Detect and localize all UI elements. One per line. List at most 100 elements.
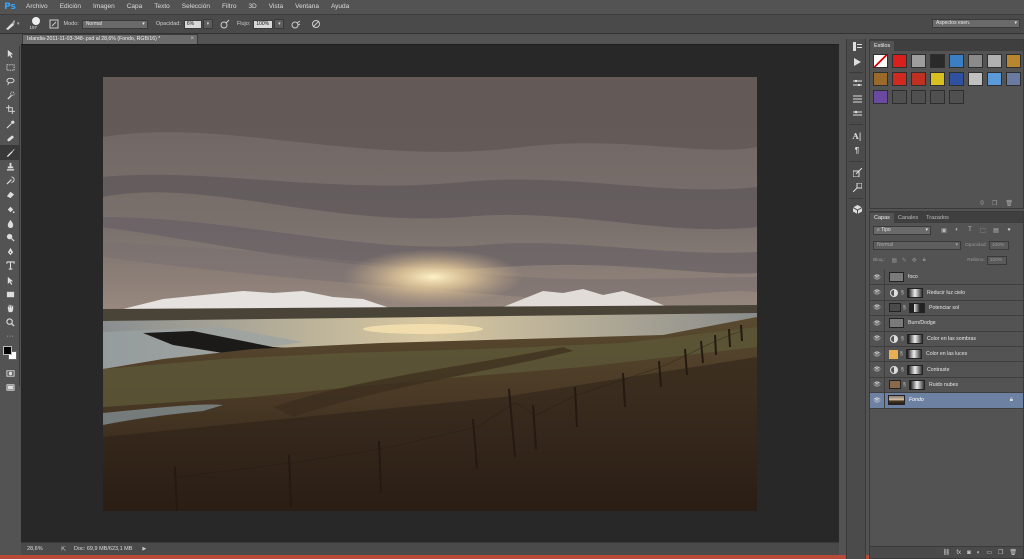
layer-name[interactable]: Burn/Dodge (908, 320, 936, 326)
delete-style-icon[interactable]: 🗑︎ (1005, 200, 1013, 207)
menu-ventana[interactable]: Ventana (289, 0, 325, 14)
visibility-eye-icon[interactable]: 👁︎ (870, 289, 884, 296)
3d-icon[interactable] (847, 202, 867, 217)
visibility-eye-icon[interactable]: 👁︎ (870, 381, 884, 388)
new-style-icon[interactable]: ❐ (992, 200, 997, 207)
style-swatch[interactable] (987, 72, 1002, 86)
brush-panel-toggle-icon[interactable] (48, 18, 60, 30)
status-menu-arrow[interactable]: ▶ (142, 546, 146, 552)
history-icon[interactable] (847, 39, 867, 54)
opacity-input[interactable]: 6% (183, 19, 202, 29)
filter-shape-icon[interactable]: ⬚ (978, 227, 988, 234)
character-icon[interactable]: A| (847, 128, 867, 143)
layer-mask-thumbnail[interactable] (907, 287, 923, 298)
new-layer-icon[interactable]: ❐ (998, 549, 1003, 556)
add-mask-icon[interactable]: ◙ (967, 550, 971, 556)
style-swatch[interactable] (892, 72, 907, 86)
opacity-dropdown-button[interactable]: ▾ (202, 19, 213, 29)
brush-size-picker[interactable]: 197 (28, 17, 44, 31)
style-swatch[interactable] (987, 54, 1002, 68)
link-layers-icon[interactable]: ⛓︎ (943, 549, 951, 556)
layer-mask-thumbnail[interactable] (907, 333, 923, 344)
filter-smart-object-icon[interactable]: ▤ (991, 227, 1001, 234)
quick-selection-tool-icon[interactable] (0, 89, 20, 103)
pen-tool-icon[interactable] (0, 245, 20, 259)
style-swatch[interactable] (873, 90, 888, 104)
layer-row[interactable]: 👁︎ § Contraste (870, 362, 1023, 378)
delete-layer-icon[interactable]: 🗑︎ (1009, 549, 1017, 556)
menu-3d[interactable]: 3D (242, 0, 262, 14)
style-swatch[interactable] (873, 72, 888, 86)
workspace-select[interactable]: Aspectos esen. (932, 19, 1020, 28)
paint-bucket-tool-icon[interactable] (0, 202, 20, 216)
screen-mode-icon[interactable] (0, 380, 20, 394)
style-swatch[interactable] (949, 54, 964, 68)
menu-edicion[interactable]: Edición (54, 0, 87, 14)
mask-link-icon[interactable]: § (903, 382, 907, 388)
style-swatch[interactable] (1006, 72, 1021, 86)
pressure-size-icon[interactable] (310, 18, 322, 30)
layer-row[interactable]: 👁︎ § Reducir luz cielo (870, 285, 1023, 301)
layer-row[interactable]: 👁︎ § Color en las luces (870, 346, 1023, 363)
layer-name[interactable]: Fondo (909, 397, 924, 403)
filter-pixel-icon[interactable]: ▣ (939, 227, 949, 234)
rectangle-tool-icon[interactable] (0, 287, 20, 301)
move-tool-icon[interactable] (0, 46, 20, 60)
mask-link-icon[interactable]: § (901, 336, 905, 342)
tool-presets-icon[interactable] (847, 165, 867, 180)
healing-brush-tool-icon[interactable] (0, 131, 20, 145)
layer-mask-thumbnail[interactable] (906, 349, 922, 360)
style-swatch[interactable] (892, 90, 907, 104)
filter-kind-select[interactable]: ⌕ Tipo (873, 226, 931, 235)
path-selection-tool-icon[interactable] (0, 273, 20, 287)
menu-seleccion[interactable]: Selección (176, 0, 216, 14)
preset-dropdown-arrow[interactable]: ▾ (17, 21, 20, 27)
zoom-level[interactable]: 28,6% (21, 546, 61, 552)
airbrush-icon[interactable] (290, 18, 302, 30)
layer-name[interactable]: Color en las luces (926, 351, 967, 357)
style-swatch[interactable] (949, 90, 964, 104)
visibility-eye-icon[interactable]: 👁︎ (870, 366, 884, 373)
filter-toggle-icon[interactable]: ● (1004, 227, 1014, 234)
hand-tool-icon[interactable] (0, 301, 20, 315)
style-swatch[interactable] (930, 72, 945, 86)
more-tools-icon[interactable]: ··· (0, 330, 20, 344)
mask-link-icon[interactable]: § (900, 351, 904, 357)
lock-pixels-icon[interactable]: ✎ (899, 257, 909, 264)
tab-estilos[interactable]: Estilos (870, 41, 895, 51)
blur-tool-icon[interactable] (0, 216, 20, 230)
style-swatch[interactable] (949, 72, 964, 86)
brush-tool-preset-icon[interactable] (4, 18, 16, 30)
flow-input[interactable]: 100% (253, 19, 274, 29)
swatches-icon[interactable] (847, 180, 867, 195)
visibility-eye-icon[interactable]: 👁︎ (870, 320, 884, 327)
crop-tool-icon[interactable] (0, 103, 20, 117)
layer-row[interactable]: 👁︎ Fondo 🔒︎ (870, 392, 1023, 409)
layer-opacity-input[interactable]: 100% (988, 241, 1009, 250)
style-swatch[interactable] (892, 54, 907, 68)
lock-transparency-icon[interactable]: ▦ (889, 257, 899, 264)
filter-type-icon[interactable]: T (965, 227, 975, 234)
layer-row[interactable]: 👁︎ Burn/Dodge (870, 315, 1023, 332)
visibility-eye-icon[interactable]: 👁︎ (870, 274, 884, 281)
color-swatches[interactable] (0, 344, 20, 364)
new-adjustment-icon[interactable]: ◐ (977, 550, 981, 556)
menu-imagen[interactable]: Imagen (87, 0, 121, 14)
foreground-color-swatch[interactable] (3, 345, 12, 355)
eyedropper-tool-icon[interactable] (0, 117, 20, 131)
tab-trazados[interactable]: Trazados (922, 213, 953, 223)
brush-presets-icon[interactable] (847, 91, 867, 106)
paragraph-icon[interactable]: ¶ (847, 143, 867, 158)
brush-tool-icon[interactable] (0, 145, 20, 160)
style-swatch[interactable] (930, 90, 945, 104)
mask-link-icon[interactable]: § (901, 367, 905, 373)
history-brush-tool-icon[interactable] (0, 174, 20, 188)
zoom-tool-icon[interactable] (0, 316, 20, 330)
style-swatch[interactable] (911, 72, 926, 86)
layer-name[interactable]: Reducir luz cielo (927, 290, 965, 296)
menu-archivo[interactable]: Archivo (20, 0, 54, 14)
menu-texto[interactable]: Texto (148, 0, 176, 14)
style-swatch[interactable] (1006, 54, 1021, 68)
style-swatch[interactable] (911, 90, 926, 104)
visibility-eye-icon[interactable]: 👁︎ (870, 335, 884, 342)
